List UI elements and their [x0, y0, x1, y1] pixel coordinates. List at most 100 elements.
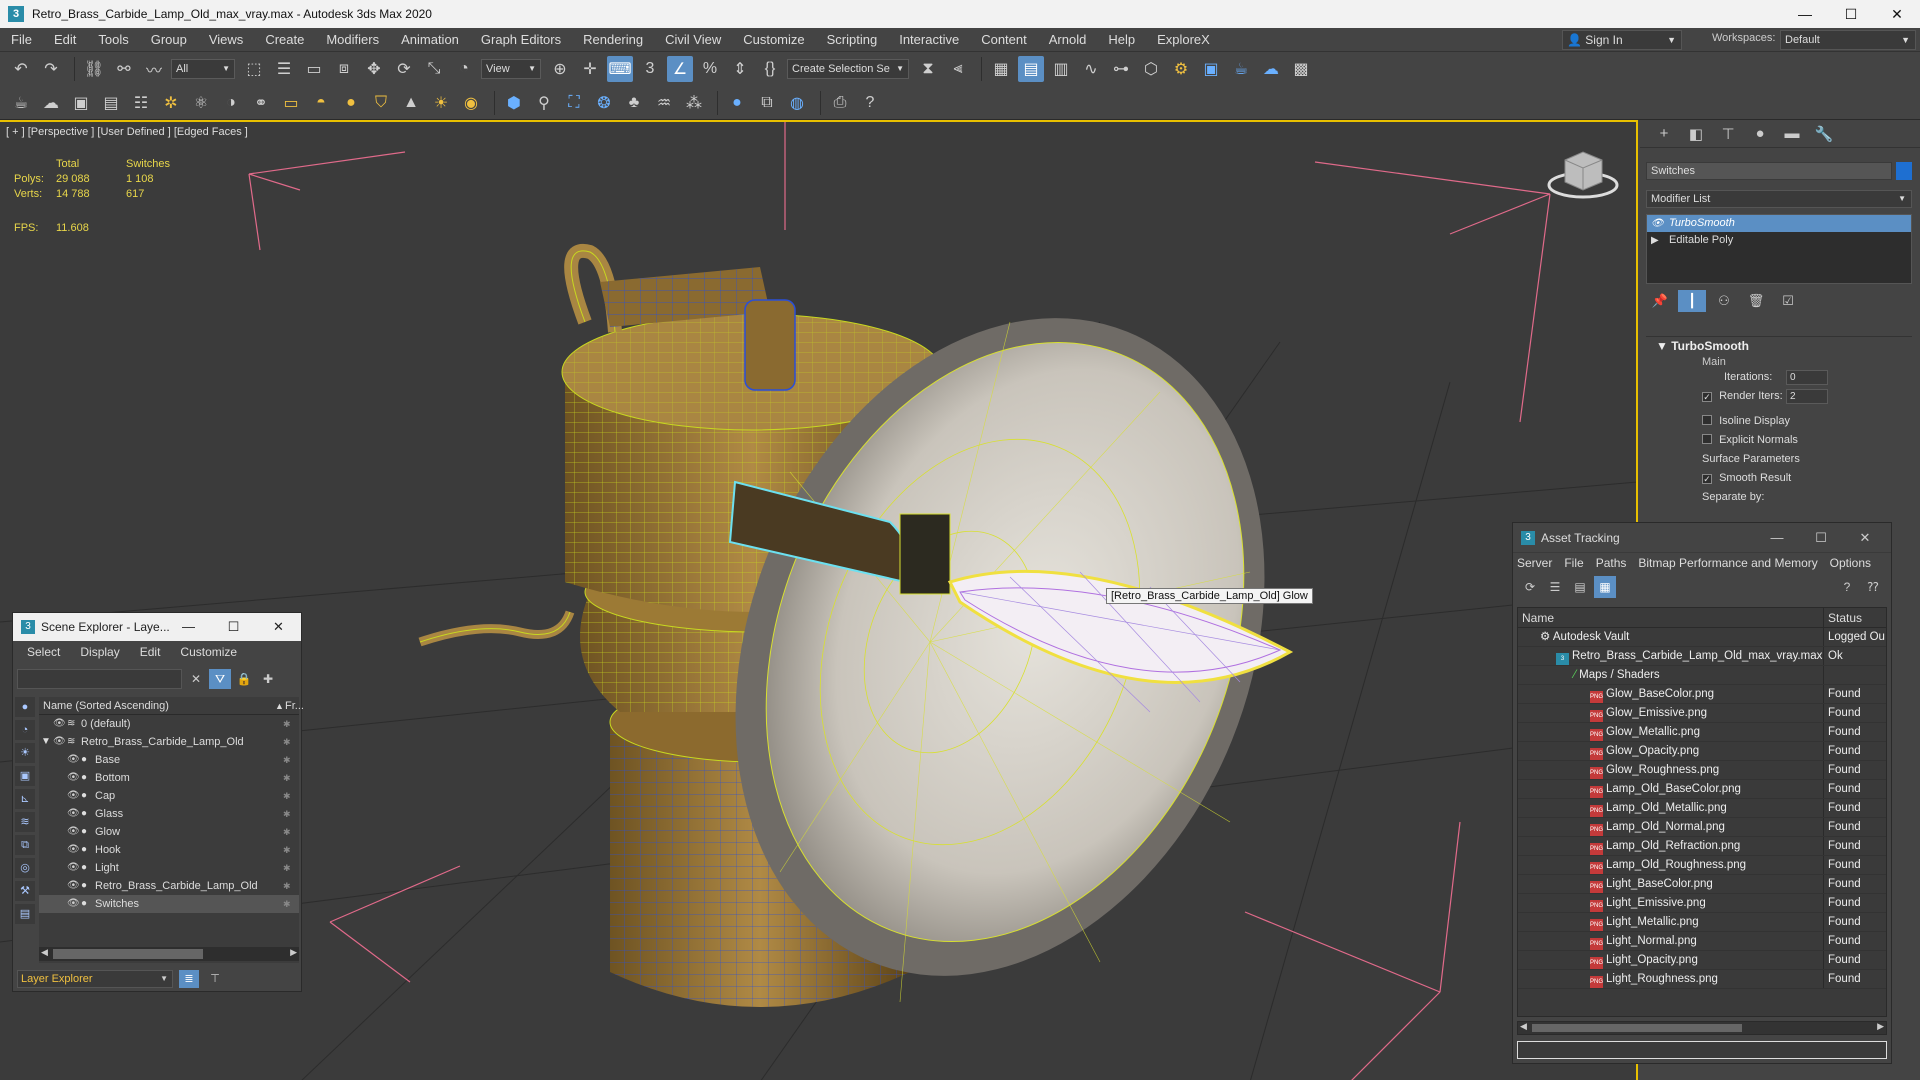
- align-icon[interactable]: ⫷: [945, 56, 971, 82]
- render-setup-icon[interactable]: ⚙: [1168, 56, 1194, 82]
- table-row[interactable]: PNG Light_Opacity.png Found: [1518, 951, 1886, 970]
- modifier-list-dropdown[interactable]: Modifier List ▼: [1646, 190, 1912, 208]
- rollout-title[interactable]: ▼ TurboSmooth: [1646, 336, 1912, 354]
- minimize-button[interactable]: —: [1755, 530, 1799, 546]
- vray-scatter-icon[interactable]: ⁂: [681, 90, 707, 116]
- vray-converter-icon[interactable]: ⚛: [188, 90, 214, 116]
- clear-search-icon[interactable]: ✕: [185, 669, 207, 689]
- eye-icon[interactable]: 👁: [67, 751, 80, 769]
- table-row[interactable]: 3 Retro_Brass_Carbide_Lamp_Old_max_vray.m…: [1518, 647, 1886, 666]
- vray-plane-light-icon[interactable]: ▭: [278, 90, 304, 116]
- help-context-icon[interactable]: ⁇: [1862, 576, 1884, 598]
- vray-teapot-icon[interactable]: ☕: [8, 90, 34, 116]
- scene-explorer-icon[interactable]: ▦: [988, 56, 1014, 82]
- col-name-header[interactable]: Name (Sorted Ascending): [39, 697, 169, 714]
- vray-mesh-light-icon[interactable]: ▲: [398, 90, 424, 116]
- maximize-button[interactable]: ☐: [211, 619, 256, 635]
- spinner-snap-icon[interactable]: ⇕: [727, 56, 753, 82]
- display-bones-icon[interactable]: ⚒: [15, 881, 35, 901]
- explicit-normals-checkbox[interactable]: [1702, 434, 1712, 444]
- menu-file[interactable]: File: [0, 28, 43, 52]
- table-row[interactable]: PNG Glow_Roughness.png Found: [1518, 761, 1886, 780]
- motion-tab-icon[interactable]: ●: [1744, 125, 1776, 142]
- vray-cam-icon[interactable]: ⎙: [827, 90, 853, 116]
- menu-group[interactable]: Group: [140, 28, 198, 52]
- vray-list-icon[interactable]: ☷: [128, 90, 154, 116]
- menu-interactive[interactable]: Interactive: [888, 28, 970, 52]
- col-name-header[interactable]: Name: [1518, 608, 1824, 627]
- at-menu-server[interactable]: Server: [1517, 556, 1552, 570]
- isoline-checkbox[interactable]: [1702, 415, 1712, 425]
- eye-icon[interactable]: 👁: [67, 895, 80, 913]
- se-menu-select[interactable]: Select: [27, 645, 60, 659]
- mirror-icon[interactable]: ⧗: [915, 56, 941, 82]
- sort-by-hierarchy-icon[interactable]: ⊤: [205, 970, 225, 988]
- scene-search-input[interactable]: [17, 669, 182, 689]
- table-row[interactable]: PNG Lamp_Old_BaseColor.png Found: [1518, 780, 1886, 799]
- horizontal-scrollbar[interactable]: ◀ ▶: [39, 947, 299, 961]
- stack-item-editable-poly[interactable]: ▶ Editable Poly: [1647, 232, 1911, 249]
- vray-material-icon[interactable]: ◑: [218, 90, 244, 116]
- at-menu-paths[interactable]: Paths: [1596, 556, 1627, 570]
- eye-icon[interactable]: 👁: [67, 769, 80, 787]
- freeze-icon[interactable]: ✱: [283, 787, 291, 805]
- layer-explorer-icon[interactable]: ▤: [1018, 56, 1044, 82]
- table-row[interactable]: PNG Light_Roughness.png Found: [1518, 970, 1886, 989]
- display-shapes-icon[interactable]: ◔: [15, 720, 35, 740]
- scale-icon[interactable]: ⤡: [421, 56, 447, 82]
- freeze-icon[interactable]: ✱: [283, 859, 291, 877]
- render-in-cloud-icon[interactable]: ☁: [1258, 56, 1284, 82]
- freeze-icon[interactable]: ✱: [283, 733, 291, 751]
- vray-ambient-light-icon[interactable]: ◉: [458, 90, 484, 116]
- scrollbar-thumb[interactable]: [53, 949, 203, 959]
- asset-tracking-titlebar[interactable]: 3 Asset Tracking — ☐ ✕: [1513, 523, 1891, 553]
- table-row[interactable]: PNG Light_Metallic.png Found: [1518, 913, 1886, 932]
- scroll-right-icon[interactable]: ▶: [1877, 1021, 1884, 1032]
- scene-tree-row[interactable]: 👁 ● Glass ✱: [39, 805, 299, 823]
- render-iters-spinner[interactable]: 2: [1786, 389, 1828, 404]
- eye-icon[interactable]: 👁: [53, 733, 66, 751]
- menu-help[interactable]: Help: [1097, 28, 1146, 52]
- select-by-name-icon[interactable]: ☰: [271, 56, 297, 82]
- at-menu-bitmap-performance[interactable]: Bitmap Performance and Memory: [1638, 556, 1817, 570]
- stack-item-turbosmooth[interactable]: 👁 TurboSmooth: [1647, 215, 1911, 232]
- scene-tree-row[interactable]: 👁 ● Base ✱: [39, 751, 299, 769]
- minimize-button[interactable]: —: [1782, 0, 1828, 28]
- display-cameras-icon[interactable]: ▣: [15, 766, 35, 786]
- vray-lens-icon[interactable]: ⧉: [754, 90, 780, 116]
- menu-create[interactable]: Create: [254, 28, 315, 52]
- selection-set-dropdown[interactable]: Create Selection Se ▼: [787, 59, 909, 79]
- menu-explorex[interactable]: ExploreX: [1146, 28, 1221, 52]
- menu-arnold[interactable]: Arnold: [1038, 28, 1098, 52]
- display-spacewarps-icon[interactable]: ≋: [15, 812, 35, 832]
- display-tab-icon[interactable]: ▬: [1776, 125, 1808, 142]
- select-manipulate-icon[interactable]: ✛: [577, 56, 603, 82]
- eye-icon[interactable]: 👁: [67, 859, 80, 877]
- table-row[interactable]: PNG Glow_BaseColor.png Found: [1518, 685, 1886, 704]
- menu-graph-editors[interactable]: Graph Editors: [470, 28, 572, 52]
- vray-light-lister-icon[interactable]: ✲: [158, 90, 184, 116]
- scene-tree-row[interactable]: 👁 ● Glow ✱: [39, 823, 299, 841]
- reference-coordinate-dropdown[interactable]: View ▼: [481, 59, 541, 79]
- thumbnail-view-icon[interactable]: ▤: [1569, 576, 1591, 598]
- refresh-icon[interactable]: ⟳: [1519, 576, 1541, 598]
- vray-sun-icon[interactable]: ☀: [428, 90, 454, 116]
- placement-icon[interactable]: ◔: [451, 56, 477, 82]
- object-name-field[interactable]: Switches: [1646, 162, 1892, 180]
- freeze-icon[interactable]: ✱: [283, 895, 291, 913]
- selection-filter-dropdown[interactable]: All ▼: [171, 59, 235, 79]
- vray-grass-icon[interactable]: ♣: [621, 90, 647, 116]
- rendered-frame-window-icon[interactable]: ▣: [1198, 56, 1224, 82]
- scroll-left-icon[interactable]: ◀: [1520, 1021, 1527, 1032]
- vray-vfb-icon[interactable]: ▣: [68, 90, 94, 116]
- se-menu-customize[interactable]: Customize: [180, 645, 237, 659]
- vray-hair-icon[interactable]: ♒: [651, 90, 677, 116]
- rotate-icon[interactable]: ⟳: [391, 56, 417, 82]
- menu-animation[interactable]: Animation: [390, 28, 470, 52]
- scene-tree-row[interactable]: 👁 ● Retro_Brass_Carbide_Lamp_Old ✱: [39, 877, 299, 895]
- freeze-icon[interactable]: ✱: [283, 715, 291, 733]
- viewport-label[interactable]: [ + ] [Perspective ] [User Defined ] [Ed…: [6, 126, 248, 138]
- asset-path-field[interactable]: [1517, 1041, 1887, 1059]
- menu-modifiers[interactable]: Modifiers: [315, 28, 390, 52]
- schematic-view-icon[interactable]: ⊶: [1108, 56, 1134, 82]
